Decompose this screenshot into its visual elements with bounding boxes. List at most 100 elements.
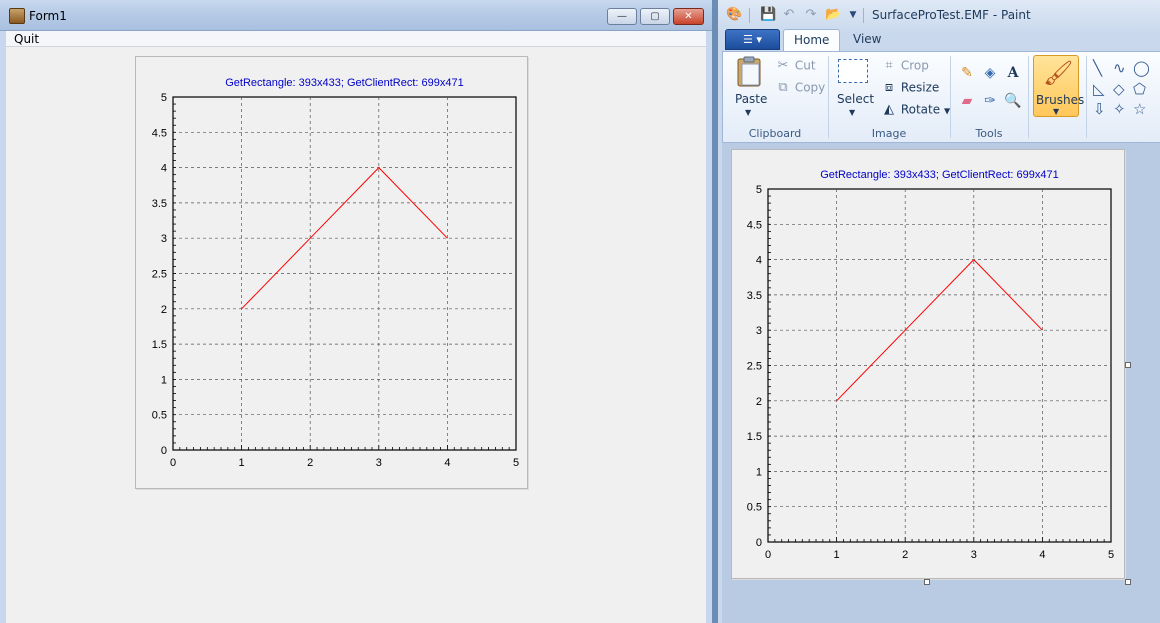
- divider: [863, 8, 864, 23]
- paint-menu-button[interactable]: ☰ ▾: [725, 29, 780, 50]
- color-picker-icon[interactable]: ✑: [980, 91, 1000, 111]
- y-tick-label: 4.5: [747, 219, 762, 231]
- window-border: [0, 31, 6, 623]
- brushes-group: 🖌 Brushes ▼: [1029, 52, 1085, 142]
- y-tick-label: 0: [161, 445, 167, 457]
- pencil-icon[interactable]: ✎: [957, 63, 977, 83]
- canvas-image[interactable]: GetRectangle: 393x433; GetClientRect: 69…: [731, 149, 1125, 579]
- select-button[interactable]: Select: [837, 92, 874, 106]
- copy-button[interactable]: ⧉ Copy: [775, 80, 825, 96]
- y-tick-label: 3: [161, 233, 167, 245]
- y-tick-label: 4: [756, 255, 762, 267]
- window-border: [706, 31, 712, 623]
- resize-handle[interactable]: [1125, 362, 1131, 368]
- brushes-button[interactable]: 🖌 Brushes ▼: [1033, 55, 1084, 117]
- cut-label: Cut: [794, 58, 816, 73]
- copy-icon: ⧉: [778, 80, 788, 95]
- triangle-icon[interactable]: ◺: [1093, 81, 1105, 97]
- tab-view[interactable]: View: [843, 29, 891, 52]
- y-tick-label: 3.5: [152, 198, 167, 210]
- menu-item-quit[interactable]: Quit: [14, 31, 39, 47]
- tools-group: ✎ ◈ A ▰ ✑ 🔍 Tools: [951, 52, 1027, 142]
- x-tick-label: 4: [1039, 549, 1045, 561]
- group-label: Image: [871, 127, 907, 140]
- y-tick-label: 4: [161, 163, 167, 175]
- paint-titlebar[interactable]: 🎨 💾 ↶ ↷ 📂 ▼ SurfaceProTest.EMF - Paint: [718, 0, 1160, 31]
- x-tick-label: 1: [239, 457, 245, 469]
- line-icon[interactable]: ╲: [1093, 60, 1102, 76]
- save-icon[interactable]: 💾: [760, 7, 776, 23]
- x-tick-label: 2: [902, 549, 908, 561]
- rotate-button[interactable]: ◭ Rotate ▼: [881, 102, 950, 118]
- chart-panel: GetRectangle: 393x433; GetClientRect: 69…: [135, 56, 528, 489]
- close-button[interactable]: ✕: [673, 8, 704, 25]
- form1-titlebar[interactable]: Form1 — ▢ ✕: [0, 0, 712, 31]
- resize-label: Resize: [900, 80, 940, 95]
- magnifier-icon[interactable]: 🔍: [1003, 91, 1023, 111]
- chevron-down-icon: ▼: [1053, 107, 1060, 116]
- cut-button[interactable]: ✂ Cut: [775, 58, 816, 74]
- window-title: SurfaceProTest.EMF - Paint: [872, 8, 1031, 22]
- chevron-down-icon[interactable]: ▼: [849, 108, 855, 117]
- diamond-icon[interactable]: ◇: [1113, 81, 1125, 97]
- curve-icon[interactable]: ∿: [1113, 60, 1126, 76]
- y-tick-label: 3.5: [747, 290, 762, 302]
- plot-area: [767, 188, 1112, 543]
- chevron-down-icon[interactable]: ▼: [845, 7, 861, 23]
- window-title: Form1: [29, 9, 67, 23]
- crop-button[interactable]: ⌗ Crop: [881, 58, 929, 74]
- x-tick-label: 1: [834, 549, 840, 561]
- redo-icon[interactable]: ↷: [803, 7, 819, 23]
- y-tick-label: 5: [161, 92, 167, 104]
- star-icon[interactable]: ☆: [1133, 101, 1146, 117]
- fill-icon[interactable]: ◈: [980, 63, 1000, 83]
- chevron-down-icon[interactable]: ▼: [745, 108, 751, 117]
- star4-icon[interactable]: ✧: [1113, 101, 1126, 117]
- open-folder-icon[interactable]: 📂: [825, 7, 841, 23]
- brushes-label: Brushes: [1036, 93, 1085, 107]
- brush-icon: 🖌: [1043, 59, 1074, 87]
- clipboard-group: Paste ▼ ✂ Cut ⧉ Copy Clipboard: [723, 52, 827, 142]
- ribbon-tabs: ☰ ▾ Home View: [718, 28, 1160, 52]
- x-tick-label: 2: [307, 457, 313, 469]
- minimize-button[interactable]: —: [607, 8, 637, 25]
- eraser-icon[interactable]: ▰: [957, 91, 977, 111]
- select-icon[interactable]: [838, 59, 868, 83]
- oval-icon[interactable]: ◯: [1133, 60, 1150, 76]
- y-tick-label: 2: [756, 396, 762, 408]
- pentagon-icon[interactable]: ⬠: [1133, 81, 1146, 97]
- paint-app-icon: 🎨: [726, 7, 743, 22]
- resize-handle[interactable]: [924, 579, 930, 585]
- series-line: [241, 166, 448, 310]
- copy-label: Copy: [794, 80, 826, 95]
- resize-icon: ⧈: [884, 80, 894, 95]
- divider: [749, 8, 750, 23]
- maximize-button[interactable]: ▢: [640, 8, 670, 25]
- plot-area: [172, 96, 517, 451]
- arrow-down-icon[interactable]: ⇩: [1093, 101, 1106, 117]
- rotate-label: Rotate: [900, 102, 941, 117]
- resize-button[interactable]: ⧈ Resize: [881, 80, 939, 96]
- resize-handle[interactable]: [1125, 579, 1131, 585]
- paste-icon[interactable]: [735, 56, 765, 88]
- x-tick-label: 3: [376, 457, 382, 469]
- rotate-icon: ◭: [884, 102, 894, 117]
- y-tick-label: 2.5: [747, 361, 762, 373]
- x-tick-label: 5: [1108, 549, 1114, 561]
- y-tick-label: 1.5: [152, 339, 167, 351]
- y-tick-label: 4.5: [152, 127, 167, 139]
- tab-home[interactable]: Home: [783, 29, 841, 52]
- text-icon[interactable]: A: [1003, 63, 1023, 83]
- undo-icon[interactable]: ↶: [781, 7, 797, 23]
- crop-icon: ⌗: [885, 58, 893, 73]
- image-group: Select ▼ ⌗ Crop ⧈ Resize ◭ Rotate ▼ Imag…: [829, 52, 950, 142]
- line-chart: GetRectangle: 393x433; GetClientRect: 69…: [152, 77, 519, 469]
- ribbon: Paste ▼ ✂ Cut ⧉ Copy Clipboard Select ▼ …: [722, 51, 1160, 143]
- y-tick-label: 2.5: [152, 269, 167, 281]
- x-tick-label: 5: [513, 457, 519, 469]
- canvas-area[interactable]: GetRectangle: 393x433; GetClientRect: 69…: [722, 143, 1160, 623]
- y-tick-label: 0.5: [747, 502, 762, 514]
- group-label: Tools: [975, 127, 1003, 140]
- paste-button[interactable]: Paste: [735, 92, 767, 106]
- group-label: Clipboard: [748, 127, 802, 140]
